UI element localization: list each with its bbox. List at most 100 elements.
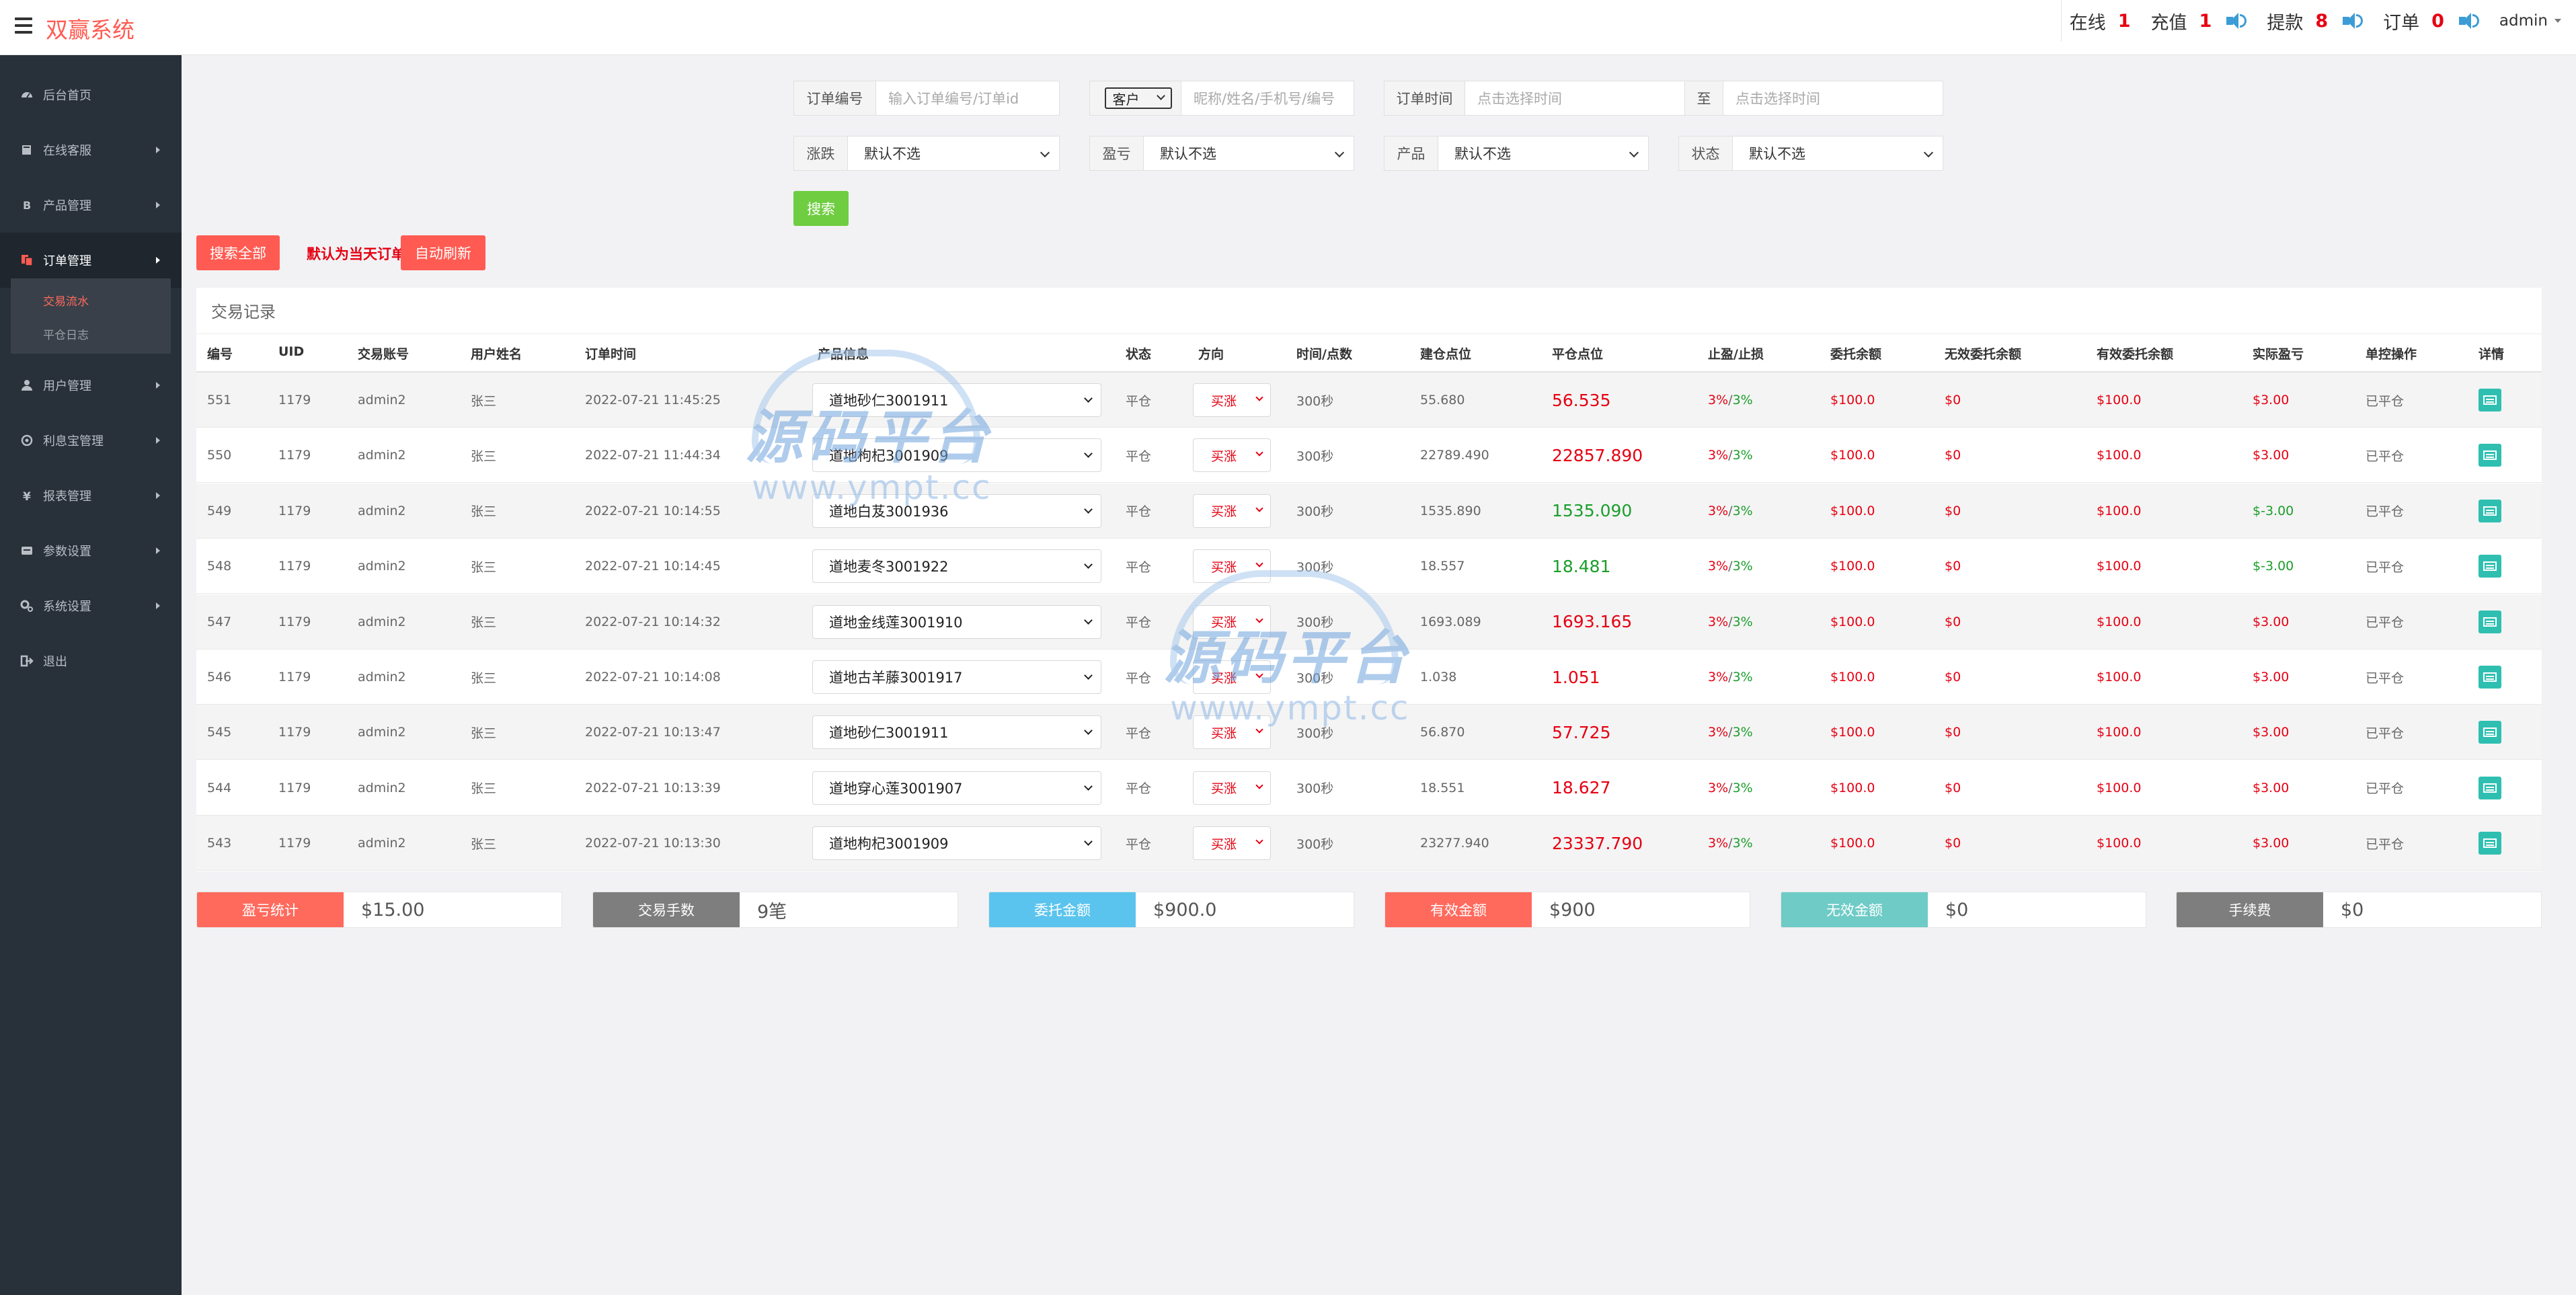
- single-control-status: 已平仓: [2366, 504, 2405, 520]
- direction-select[interactable]: 买涨: [1193, 771, 1271, 805]
- status-text: 平仓: [1126, 559, 1152, 575]
- start-time-input[interactable]: 点击选择时间: [1465, 81, 1684, 115]
- sidebar-item-dashboard[interactable]: 后台首页: [0, 67, 182, 122]
- product-info-select[interactable]: 道地穿心莲3001907: [812, 771, 1101, 805]
- stat-recharge[interactable]: 充值 1: [2151, 8, 2247, 34]
- chevron-down-icon: [156, 257, 160, 264]
- sidebar-item-interest[interactable]: 利息宝管理: [0, 413, 182, 468]
- stat-orders[interactable]: 订单 0: [2383, 8, 2479, 34]
- valid-balance: $100.0: [2097, 503, 2142, 518]
- sidebar-item-system[interactable]: 系统设置: [0, 578, 182, 633]
- chevron-down-icon: [1255, 725, 1263, 734]
- product-info-select[interactable]: 道地砂仁3001911: [812, 715, 1101, 750]
- rise-fall-select[interactable]: 默认不选: [848, 136, 1059, 170]
- direction-select[interactable]: 买涨: [1193, 826, 1271, 861]
- detail-icon[interactable]: [2479, 776, 2501, 799]
- profit-loss-select[interactable]: 默认不选: [1144, 136, 1354, 170]
- summary-label: 手续费: [2177, 892, 2323, 927]
- product-info-select[interactable]: 道地白芨3001936: [812, 494, 1101, 528]
- product-info-select[interactable]: 道地麦冬3001922: [812, 549, 1101, 584]
- table-row: 543 1179 admin2 张三 2022-07-21 10:13:30 道地枸杞30…: [196, 816, 2542, 871]
- sidebar: 后台首页 在线客服 B 产品管理 订单管理 交易流水 平仓日志 用户管理 利息宝…: [0, 55, 182, 1295]
- product-info-select[interactable]: 道地古羊藤3001917: [812, 660, 1101, 694]
- filter-customer: 客户 昵称/姓名/手机号/编号: [1089, 81, 1354, 116]
- product-info-select[interactable]: 道地枸杞3001909: [812, 438, 1101, 473]
- svg-text:¥: ¥: [23, 490, 31, 502]
- order-time: 2022-07-21 10:13:30: [585, 836, 721, 851]
- stat-online[interactable]: 在线 1: [2070, 8, 2131, 34]
- take-profit-stop-loss: 3%/3%: [1708, 559, 1753, 574]
- sidebar-item-reports[interactable]: ¥ 报表管理: [0, 468, 182, 523]
- detail-icon[interactable]: [2479, 721, 2501, 744]
- speaker-icon[interactable]: [2226, 12, 2247, 30]
- product-info-select[interactable]: 道地枸杞3001909: [812, 826, 1101, 861]
- take-profit-stop-loss: 3%/3%: [1708, 780, 1753, 795]
- summary-label: 盈亏统计: [197, 892, 344, 927]
- status-select[interactable]: 默认不选: [1733, 136, 1943, 170]
- direction-select[interactable]: 买涨: [1193, 438, 1271, 473]
- submenu-item-close-log[interactable]: 平仓日志: [43, 325, 89, 342]
- summary-item: 无效金额 $0: [1781, 892, 2146, 928]
- coins-icon: [20, 434, 34, 446]
- direction-select[interactable]: 买涨: [1193, 715, 1271, 750]
- filter-product: 产品 默认不选: [1384, 136, 1649, 171]
- detail-icon[interactable]: [2479, 555, 2501, 578]
- actual-profit: $3.00: [2253, 780, 2290, 795]
- summary-item: 盈亏统计 $15.00: [196, 892, 562, 928]
- auto-refresh-button[interactable]: 自动刷新: [401, 235, 485, 270]
- speaker-icon[interactable]: [2458, 12, 2479, 30]
- sidebar-item-service[interactable]: 在线客服: [0, 122, 182, 178]
- bitcoin-icon: B: [20, 199, 34, 212]
- caret-down-icon: [2554, 19, 2561, 23]
- open-price: 18.557: [1420, 559, 1465, 574]
- single-control-status: 已平仓: [2366, 725, 2405, 741]
- column-header: 编号: [207, 347, 233, 362]
- book-icon: [20, 144, 34, 156]
- detail-icon[interactable]: [2479, 610, 2501, 633]
- detail-icon[interactable]: [2479, 389, 2501, 411]
- column-header: 平仓点位: [1552, 347, 1604, 362]
- sidebar-item-products[interactable]: B 产品管理: [0, 178, 182, 233]
- product-info-select[interactable]: 道地砂仁3001911: [812, 383, 1101, 417]
- column-header: 建仓点位: [1420, 347, 1472, 362]
- sidebar-item-users[interactable]: 用户管理: [0, 358, 182, 413]
- summary-value: $0: [2341, 899, 2364, 920]
- valid-balance: $100.0: [2097, 670, 2142, 684]
- yen-icon: ¥: [20, 489, 34, 502]
- sidebar-item-logout[interactable]: 退出: [0, 633, 182, 689]
- detail-icon[interactable]: [2479, 499, 2501, 522]
- direction-select[interactable]: 买涨: [1193, 660, 1271, 694]
- detail-icon[interactable]: [2479, 444, 2501, 467]
- svg-text:B: B: [23, 199, 31, 212]
- order-no-input[interactable]: 输入订单编号/订单id: [876, 81, 1059, 115]
- direction-select[interactable]: 买涨: [1193, 549, 1271, 584]
- column-header: UID: [278, 344, 305, 359]
- product-select[interactable]: 默认不选: [1438, 136, 1648, 170]
- chevron-down-icon: [1084, 837, 1093, 847]
- chevron-down-icon: [1084, 560, 1093, 570]
- detail-icon[interactable]: [2479, 666, 2501, 689]
- invalid-balance: $0: [1945, 670, 1961, 684]
- direction-select[interactable]: 买涨: [1193, 604, 1271, 639]
- product-info-select[interactable]: 道地金线莲3001910: [812, 604, 1101, 639]
- direction-select[interactable]: 买涨: [1193, 383, 1271, 417]
- user-menu[interactable]: admin: [2499, 12, 2561, 30]
- stat-withdraw[interactable]: 提款 8: [2267, 8, 2364, 34]
- end-time-input[interactable]: 点击选择时间: [1723, 81, 1943, 115]
- order-time: 2022-07-21 10:14:55: [585, 503, 721, 518]
- direction-select[interactable]: 买涨: [1193, 494, 1271, 528]
- submenu-item-trade-flow[interactable]: 交易流水: [43, 292, 89, 309]
- chevron-right-icon: [156, 202, 160, 208]
- speaker-icon[interactable]: [2343, 12, 2364, 30]
- menu-toggle-icon[interactable]: [15, 17, 32, 34]
- status-text: 平仓: [1126, 504, 1152, 520]
- sidebar-item-params[interactable]: 参数设置: [0, 523, 182, 578]
- customer-type-select[interactable]: 客户: [1104, 87, 1172, 109]
- actual-profit: $-3.00: [2253, 503, 2294, 518]
- search-button[interactable]: 搜索: [793, 191, 849, 226]
- invalid-balance: $0: [1945, 836, 1961, 851]
- search-all-button[interactable]: 搜索全部: [196, 235, 280, 270]
- detail-icon[interactable]: [2479, 832, 2501, 855]
- customer-search-input[interactable]: 昵称/姓名/手机号/编号: [1181, 81, 1354, 115]
- order-id: 543: [207, 836, 232, 851]
